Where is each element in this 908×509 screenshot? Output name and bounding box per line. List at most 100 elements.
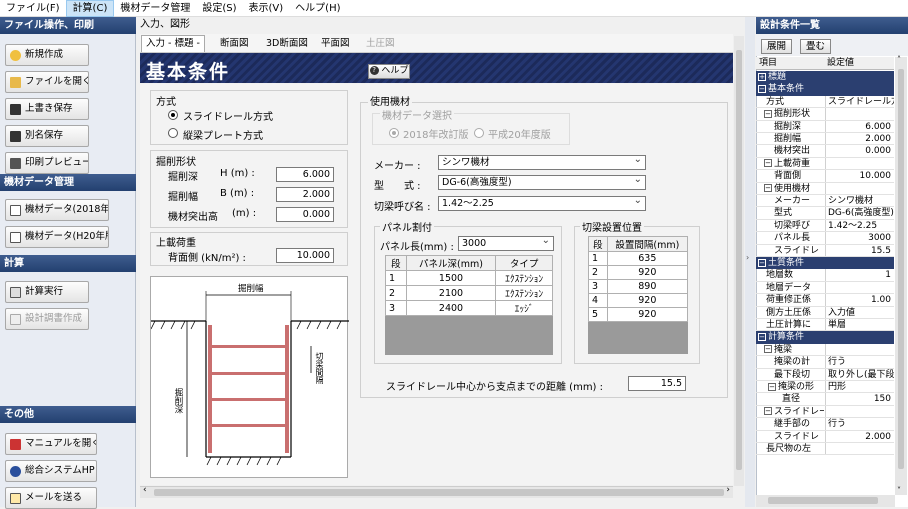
scroll-down-icon[interactable]: ˅ <box>897 486 901 495</box>
method-slide-rail-radio[interactable] <box>168 110 178 120</box>
protrude-input[interactable]: 0.000 <box>276 207 334 222</box>
table-row[interactable]: 3 2400 ｴｯｼﾞ <box>385 300 553 316</box>
collapse-icon[interactable]: − <box>758 258 766 267</box>
condition-row[interactable]: 土圧計算に 単層 <box>756 319 894 332</box>
table-row[interactable]: 1 635 <box>588 251 689 266</box>
tab-plan[interactable]: 平面図 <box>321 36 350 51</box>
distance-input[interactable]: 15.5 <box>628 376 686 391</box>
conditions-v-scrollbar[interactable]: ˄ ˅ <box>895 55 907 495</box>
help-button[interactable]: ? ヘルプ <box>368 64 410 79</box>
condition-row[interactable]: − 掩梁 <box>756 343 894 357</box>
condition-row[interactable]: 方式 スライドレール方式 <box>756 95 894 109</box>
condition-row[interactable]: − 掘削形状 <box>756 108 894 121</box>
condition-row[interactable]: 機材突出 0.000 <box>756 145 894 158</box>
panel-length-select[interactable]: 3000 <box>458 234 554 251</box>
menu-help[interactable]: ヘルプ(H) <box>289 0 346 17</box>
tab-input[interactable]: 入力 - 標題 - <box>141 35 205 52</box>
method-plate-radio[interactable] <box>168 128 178 138</box>
version-h20-radio[interactable] <box>474 128 484 138</box>
splitter[interactable]: › <box>745 17 755 507</box>
strut-name-select[interactable]: 1.42〜2.25 <box>438 194 646 211</box>
condition-row[interactable]: メーカー シンワ機材 <box>756 195 894 208</box>
condition-row[interactable]: − 計算条件 <box>756 331 894 344</box>
condition-row[interactable]: 地層数 1 <box>756 269 894 282</box>
table-row[interactable]: 5 920 <box>588 307 689 322</box>
scroll-right-icon[interactable]: › <box>726 485 730 495</box>
width-input[interactable]: 2.000 <box>276 187 334 202</box>
center-h-scrollbar[interactable]: ‹ › <box>140 485 733 498</box>
condition-row[interactable]: − スライドレー <box>756 405 894 419</box>
save-button[interactable]: 上書き保存 <box>5 98 89 120</box>
collapse-icon[interactable]: − <box>764 407 772 416</box>
tab-earth-pressure[interactable]: 土圧図 <box>366 36 395 51</box>
open-button[interactable]: ファイルを開く <box>5 71 89 93</box>
print-preview-button[interactable]: 印刷プレビュー <box>5 152 89 174</box>
new-button[interactable]: 新規作成 <box>5 44 89 66</box>
scroll-thumb[interactable] <box>736 50 742 470</box>
table-row[interactable]: 3 890 <box>588 279 689 294</box>
type-select[interactable]: DG-6(高強度型) <box>438 173 646 190</box>
condition-row[interactable]: 地層データ <box>756 281 894 295</box>
version-2018-radio[interactable] <box>389 128 399 138</box>
system-hp-button[interactable]: 総合システムHP <box>5 460 97 482</box>
condition-row[interactable]: 側方土圧係 入力値 <box>756 306 894 319</box>
collapse-icon[interactable]: − <box>764 345 772 354</box>
condition-row[interactable]: 背面側 10.000 <box>756 170 894 183</box>
tab-3d-section[interactable]: 3D断面図 <box>266 36 308 51</box>
equipment-2018-button[interactable]: 機材データ(2018年版) <box>5 199 109 221</box>
center-v-scrollbar[interactable] <box>734 36 744 486</box>
menu-equipment-data[interactable]: 機材データ管理 <box>114 0 196 17</box>
condition-row[interactable]: スライドレ 15.5 <box>756 244 894 257</box>
condition-row[interactable]: − 土質条件 <box>756 257 894 270</box>
tab-section[interactable]: 断面図 <box>220 36 249 51</box>
collapse-icon[interactable]: − <box>764 184 772 193</box>
condition-row[interactable]: 掩梁の計 行う <box>756 356 894 369</box>
condition-row[interactable]: スライドレ 2.000 <box>756 430 894 443</box>
scroll-up-icon[interactable]: ˄ <box>897 55 901 64</box>
depth-input[interactable]: 6.000 <box>276 167 334 182</box>
collapse-icon[interactable]: − <box>758 84 766 93</box>
menu-settings[interactable]: 設定(S) <box>196 0 242 17</box>
condition-row[interactable]: パネル長 3000 <box>756 232 894 245</box>
run-calc-button[interactable]: 計算実行 <box>5 281 89 303</box>
condition-row[interactable]: 長尺物の左 <box>756 443 894 456</box>
collapse-button[interactable]: 畳む <box>800 39 831 54</box>
table-row[interactable]: 1 1500 ｴｸｽﾃﾝｼｮﾝ <box>385 270 553 286</box>
table-row[interactable]: 2 920 <box>588 265 689 280</box>
maker-select[interactable]: シンワ機材 <box>438 153 646 170</box>
scroll-left-icon[interactable]: ‹ <box>143 485 147 495</box>
condition-row[interactable]: 型式 DG-6(高強度型) <box>756 207 894 220</box>
chevron-right-icon[interactable]: › <box>746 253 749 262</box>
expand-button[interactable]: 展開 <box>761 39 792 54</box>
condition-row[interactable]: + 標題 <box>756 71 894 84</box>
save-as-button[interactable]: 別名保存 <box>5 125 89 147</box>
condition-row[interactable]: 直径 150 <box>756 393 894 406</box>
condition-row[interactable]: 掘削幅 2.000 <box>756 133 894 146</box>
scroll-thumb[interactable] <box>154 489 724 496</box>
condition-row[interactable]: 切梁呼び 1.42〜2.25 <box>756 219 894 233</box>
condition-row[interactable]: 掘削深 6.000 <box>756 120 894 133</box>
scroll-thumb[interactable] <box>898 69 904 469</box>
expand-icon[interactable]: + <box>758 72 766 81</box>
equipment-h20-button[interactable]: 機材データ(H20年版) <box>5 226 109 248</box>
condition-row[interactable]: 継手部の 行う <box>756 418 894 431</box>
collapse-icon[interactable]: − <box>758 332 766 341</box>
condition-row[interactable]: − 基本条件 <box>756 83 894 96</box>
open-manual-button[interactable]: マニュアルを開く <box>5 433 97 455</box>
condition-row[interactable]: 荷重修正係 1.00 <box>756 294 894 307</box>
conditions-h-scrollbar[interactable] <box>756 495 895 507</box>
condition-row[interactable]: 最下段切 取り外し(最下段 <box>756 368 894 381</box>
condition-row[interactable]: − 使用機材 <box>756 182 894 195</box>
collapse-icon[interactable]: − <box>764 159 772 168</box>
back-side-input[interactable]: 10.000 <box>276 248 334 263</box>
send-mail-button[interactable]: メールを送る <box>5 487 97 509</box>
table-row[interactable]: 2 2100 ｴｸｽﾃﾝｼｮﾝ <box>385 285 553 301</box>
collapse-icon[interactable]: − <box>764 109 772 118</box>
table-row[interactable]: 4 920 <box>588 293 689 308</box>
menu-file[interactable]: ファイル(F) <box>0 0 66 17</box>
condition-row[interactable]: − 上載荷重 <box>756 157 894 171</box>
condition-row[interactable]: − 掩梁の形 円形 <box>756 381 894 394</box>
menu-view[interactable]: 表示(V) <box>243 0 290 17</box>
scroll-thumb[interactable] <box>768 497 878 504</box>
collapse-icon[interactable]: − <box>768 382 776 391</box>
